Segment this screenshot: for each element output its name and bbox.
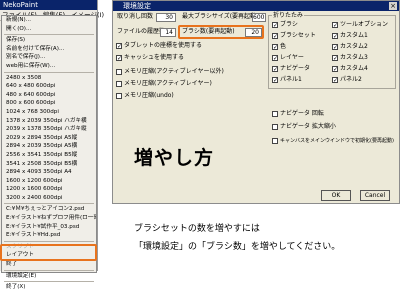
file-menu-item[interactable]: 2556 x 3541 350dpi B5縦 (2, 151, 96, 160)
file-menu-item[interactable]: 保存(S) (2, 36, 96, 45)
checkbox-icon[interactable]: ✓ (332, 43, 338, 50)
checkbox-icon[interactable]: ✓ (272, 43, 278, 50)
check-mem-compress-active[interactable]: メモリ圧縮(アクティブレイヤー) (116, 80, 224, 88)
undo-count-label: 取り消し回数 (117, 13, 154, 20)
brush-count-highlight (178, 25, 264, 39)
file-menu-item[interactable]: 2480 x 3508 (2, 74, 96, 83)
fold-custom4[interactable]: ✓ カスタム4 (332, 65, 394, 76)
ok-button[interactable]: OK (321, 190, 351, 201)
file-menu-item[interactable]: E:¥イラスト¥ねずプロフ用件(ロ一哥).psd (2, 214, 96, 223)
preferences-highlight (0, 244, 97, 261)
file-menu-item[interactable]: 2029 x 2894 350dpi A5縦 (2, 134, 96, 143)
fold-tool-option[interactable]: ✓ ツールオプション (332, 21, 394, 32)
fold-custom2[interactable]: ✓ カスタム2 (332, 43, 394, 54)
undo-count-field[interactable]: 30 (156, 13, 176, 22)
checkbox-icon[interactable]: ✓ (332, 54, 338, 61)
file-menu-item[interactable]: 名前を付けて保存(A)... (2, 45, 96, 54)
caption-line-1: ブラシセットの数を増やすには (134, 224, 260, 234)
checkbox-icon[interactable]: ✓ (272, 54, 278, 61)
file-menu-item[interactable]: 2894 x 4093 350dpi A4 (2, 168, 96, 177)
file-menu-item[interactable]: 3200 x 2400 600dpi (2, 194, 96, 203)
menu-separator (2, 240, 96, 243)
close-button[interactable]: × (389, 2, 397, 10)
file-menu-item[interactable]: web用に保存(W)... (2, 62, 96, 71)
file-menu-item[interactable]: 1200 x 1600 600dpi (2, 185, 96, 194)
file-menu-item[interactable]: 1378 x 2039 350dpi ハガキ横 (2, 117, 96, 126)
checkbox-icon[interactable]: ✓ (332, 32, 338, 39)
fold-left-column: ✓ ブラシ ✓ ブラシセット ✓ 色 ✓ レイヤー ✓ ナビゲータ ✓ パネル1 (272, 21, 332, 87)
file-menu-item[interactable]: E:¥イラスト¥Hd.psd (2, 231, 96, 240)
checkbox-icon[interactable] (272, 110, 278, 117)
checkbox-icon[interactable]: ✓ (116, 54, 122, 61)
file-menu-item[interactable]: 終了(X) (2, 283, 96, 292)
fold-layer[interactable]: ✓ レイヤー (272, 54, 332, 65)
checkbox-icon[interactable] (116, 68, 122, 75)
fold-custom3[interactable]: ✓ カスタム3 (332, 54, 394, 65)
fold-right-column: ✓ ツールオプション ✓ カスタム1 ✓ カスタム2 ✓ カスタム3 ✓ カスタム4 ✓ パ… (332, 21, 394, 87)
how-to-increase-heading: 増やし方 (134, 147, 215, 169)
cancel-button[interactable]: Cancel (360, 190, 390, 201)
file-menu-item[interactable]: C:¥Ｍ¥ちぇっとアイコン2.psd (2, 205, 96, 214)
file-menu-item[interactable]: 終了 (2, 260, 96, 269)
fold-brush[interactable]: ✓ ブラシ (272, 21, 332, 32)
file-menu-item[interactable]: E:¥イラスト¥試作平_03.psd (2, 223, 96, 232)
checkbox-icon[interactable]: ✓ (332, 65, 338, 72)
file-menu-item[interactable]: 3541 x 2508 350dpi B5横 (2, 160, 96, 169)
checkbox-icon[interactable]: ✓ (332, 21, 338, 28)
menu-separator (2, 71, 96, 74)
file-menu-item[interactable]: 別名で保存(J)... (2, 53, 96, 62)
menu-separator (2, 269, 96, 272)
file-menu-dropdown: 新規(N)... 開く(O)... 保存(S) 名前を付けて保存(A)... 別名で保存… (1, 15, 97, 290)
checkbox-icon[interactable]: ✓ (272, 76, 278, 83)
checkbox-icon[interactable]: ✓ (272, 21, 278, 28)
checkbox-icon[interactable] (272, 123, 278, 130)
checkbox-icon[interactable] (272, 137, 278, 144)
file-menu-item[interactable]: 1600 x 1200 600dpi (2, 177, 96, 186)
menu-separator (2, 280, 96, 283)
fold-panel2[interactable]: ✓ パネル2 (332, 76, 394, 87)
check-mem-compress-undo[interactable]: メモリ圧縮(undo) (116, 92, 224, 100)
check-navigator-rotate[interactable]: ナビゲータ 回転 (272, 110, 394, 118)
max-brush-size-field[interactable]: 600 (252, 13, 266, 22)
checkbox-icon[interactable]: ✓ (116, 42, 122, 49)
checkbox-icon[interactable]: ✓ (272, 65, 278, 72)
dialog-titlebar: 環境設定 × (113, 1, 399, 11)
file-history-field[interactable]: 14 (160, 28, 176, 37)
file-menu-item[interactable]: 新規(N)... (2, 16, 96, 25)
fold-color[interactable]: ✓ 色 (272, 43, 332, 54)
file-menu-item[interactable]: 2039 x 1378 350dpi ハガキ縦 (2, 125, 96, 134)
window-title: NekoPaint (0, 0, 97, 10)
menu-separator (2, 202, 96, 205)
fold-navigator[interactable]: ✓ ナビゲータ (272, 65, 332, 76)
check-use-cache[interactable]: ✓ キャッシュを使用する (116, 54, 224, 62)
fold-brushset[interactable]: ✓ ブラシセット (272, 32, 332, 43)
file-menu-item[interactable]: 2894 x 2039 350dpi A5横 (2, 142, 96, 151)
options-checklist: ✓ タブレットの座標を使用する ✓ キャッシュを使用する メモリ圧縮(アクティブレイ… (116, 42, 224, 100)
file-menu-item[interactable]: 480 x 640 600dpi (2, 91, 96, 100)
file-menu-item[interactable]: 開く(O)... (2, 25, 96, 34)
check-mem-compress-inactive[interactable]: メモリ圧縮(アクティブレイヤー以外) (116, 68, 224, 76)
check-canvas-init[interactable]: キャンバスをメインウインドウで初期化(要再起動) (272, 137, 394, 145)
checkbox-icon[interactable] (116, 92, 122, 99)
fold-group-title: 折りたたみ (272, 12, 305, 20)
menu-separator (2, 33, 96, 36)
check-navigator-zoom[interactable]: ナビゲータ 拡大縮小 (272, 123, 394, 131)
dialog-title: 環境設定 (123, 2, 151, 10)
checkbox-icon[interactable] (116, 80, 122, 87)
file-menu-item[interactable]: 800 x 600 600dpi (2, 99, 96, 108)
file-menu-item[interactable]: 環境設定(E) (2, 272, 96, 281)
file-menu-item[interactable]: 640 x 480 600dpi (2, 82, 96, 91)
fold-custom1[interactable]: ✓ カスタム1 (332, 32, 394, 43)
navigator-options: ナビゲータ 回転 ナビゲータ 拡大縮小 キャンバスをメインウインドウで初期化(要… (272, 110, 394, 145)
file-menu-item[interactable]: 1024 x 768 300dpi (2, 108, 96, 117)
max-brush-size-label: 最大ブラシサイズ(要再起動) (182, 13, 259, 20)
checkbox-icon[interactable]: ✓ (332, 76, 338, 83)
fold-panel1[interactable]: ✓ パネル1 (272, 76, 332, 87)
caption-line-2: 「環境設定」の「ブラシ数」を増やしてください。 (134, 242, 341, 252)
check-tablet-coords[interactable]: ✓ タブレットの座標を使用する (116, 42, 224, 50)
checkbox-icon[interactable]: ✓ (272, 32, 278, 39)
file-history-label: ファイルの履歴数 (117, 28, 166, 35)
